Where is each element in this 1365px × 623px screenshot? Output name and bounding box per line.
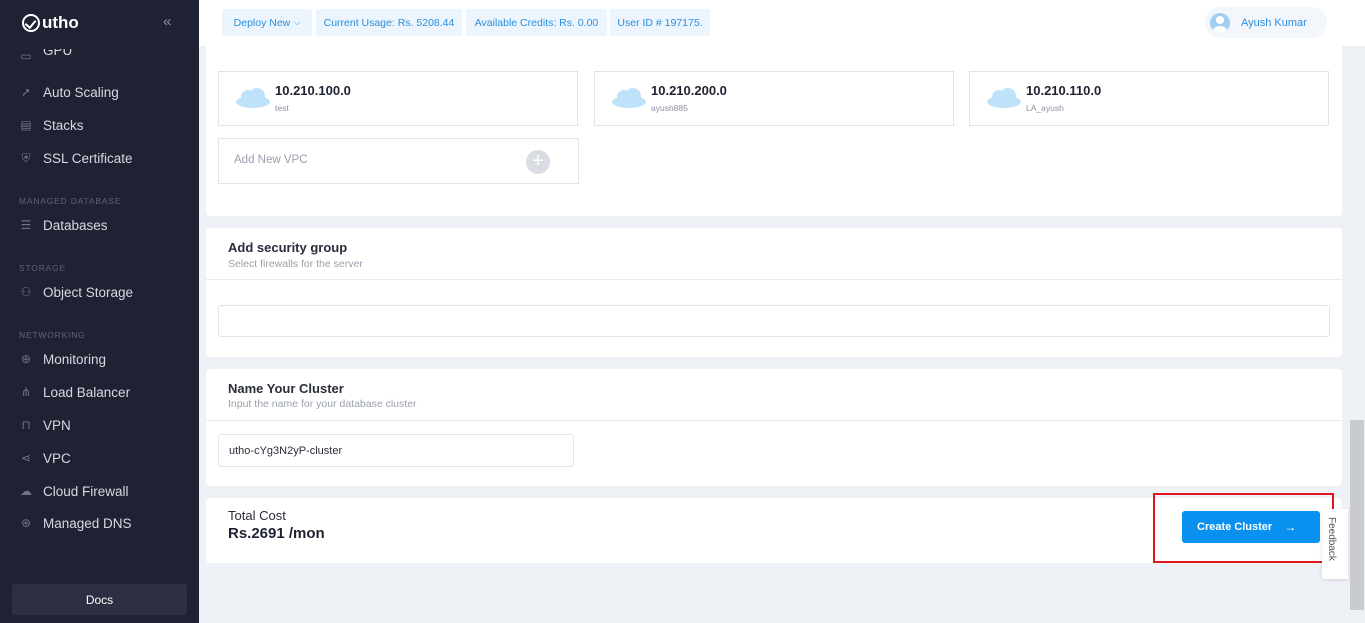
deploy-new-label: Deploy New xyxy=(233,16,291,29)
sidebar-item-label: Cloud Firewall xyxy=(43,483,129,499)
total-cost-amount: Rs.2691 /mon xyxy=(228,525,325,542)
sidebar-item-managed-dns[interactable]: ⊕ Managed DNS xyxy=(19,513,132,533)
cluster-name-card: Name Your Cluster Input the name for you… xyxy=(206,369,1342,486)
sidebar-item-label: Object Storage xyxy=(43,284,134,300)
stacks-icon: ▤ xyxy=(20,118,32,132)
vpc-name: LA_ayush xyxy=(1026,103,1064,113)
sidebar-item-label: Databases xyxy=(43,217,108,233)
sidebar-item-label: GPU xyxy=(43,49,73,58)
vpc-ip: 10.210.110.0 xyxy=(1026,83,1102,98)
sidebar-item-label: VPC xyxy=(43,450,71,466)
cluster-name-subtitle: Input the name for your database cluster xyxy=(228,398,417,410)
docs-button[interactable]: Docs xyxy=(12,584,187,615)
sidebar: utho « ▭ GPU ➚ Auto Scaling ▤ Stacks ⛨ S… xyxy=(0,0,199,623)
security-group-select[interactable] xyxy=(218,305,1330,337)
vpc-name: test xyxy=(275,103,289,113)
section-storage: STORAGE xyxy=(19,263,67,273)
rocket-icon: ➚ xyxy=(20,85,32,99)
sidebar-item-label: Load Balancer xyxy=(43,384,131,400)
add-new-vpc[interactable]: Add New VPC + xyxy=(218,138,579,184)
sidebar-item-load-balancer[interactable]: ⋔ Load Balancer xyxy=(19,382,130,402)
globe-icon: ⊕ xyxy=(20,352,32,366)
cloud-icon xyxy=(236,88,270,108)
current-usage-chip: Current Usage: Rs. 5208.44 xyxy=(316,9,462,36)
plus-icon[interactable]: + xyxy=(526,150,550,174)
lock-icon: ⊓ xyxy=(21,418,31,432)
section-managed-database: MANAGED DATABASE xyxy=(19,196,122,206)
sidebar-item-label: Stacks xyxy=(43,117,84,133)
sidebar-item-cloud-firewall[interactable]: ☁ Cloud Firewall xyxy=(19,481,129,501)
sidebar-item-label: SSL Certificate xyxy=(43,150,133,166)
sidebar-item-ssl-certificate[interactable]: ⛨ SSL Certificate xyxy=(19,148,133,168)
sidebar-item-databases[interactable]: ☰ Databases xyxy=(19,215,108,235)
database-icon: ☰ xyxy=(20,218,32,232)
cluster-name-input[interactable] xyxy=(218,434,574,467)
feedback-tab[interactable]: Feedback xyxy=(1322,509,1348,579)
section-networking: NETWORKING xyxy=(19,330,86,340)
sidebar-item-vpn[interactable]: ⊓ VPN xyxy=(19,415,71,435)
sidebar-item-stacks[interactable]: ▤ Stacks xyxy=(19,115,84,135)
firewall-icon: ☁ xyxy=(20,484,32,498)
vpc-ip: 10.210.200.0 xyxy=(651,83,727,98)
security-group-title: Add security group xyxy=(228,240,348,255)
sidebar-item-label: VPN xyxy=(43,417,71,433)
chevron-down-icon: ⌵ xyxy=(294,17,301,27)
gpu-icon: ▭ xyxy=(20,49,32,63)
share-icon: ⋖ xyxy=(20,451,32,465)
sidebar-item-label: Monitoring xyxy=(43,351,107,367)
logo-text: utho xyxy=(42,13,79,32)
logo[interactable]: utho xyxy=(22,12,79,34)
add-new-vpc-label: Add New VPC xyxy=(234,154,308,166)
shield-icon: ⛨ xyxy=(21,150,31,165)
vpc-name: ayush885 xyxy=(651,103,688,113)
sidebar-item-object-storage[interactable]: ⚇ Object Storage xyxy=(19,282,133,302)
load-balancer-icon: ⋔ xyxy=(20,385,32,399)
highlight-box xyxy=(1153,493,1334,563)
logo-check-icon xyxy=(22,14,40,32)
vpc-option[interactable]: 10.210.110.0 LA_ayush xyxy=(969,71,1329,126)
divider xyxy=(206,279,1342,280)
security-group-card: Add security group Select firewalls for … xyxy=(206,228,1342,357)
vpc-ip: 10.210.100.0 xyxy=(275,83,351,98)
object-storage-icon: ⚇ xyxy=(20,285,32,299)
vpc-option[interactable]: 10.210.200.0 ayush885 xyxy=(594,71,954,126)
user-id-chip: User ID # 197175. xyxy=(610,9,710,36)
sidebar-item-monitoring[interactable]: ⊕ Monitoring xyxy=(19,349,106,369)
divider xyxy=(206,420,1342,421)
cloud-icon xyxy=(987,88,1021,108)
collapse-sidebar-icon[interactable]: « xyxy=(163,13,171,30)
available-credits-chip: Available Credits: Rs. 0.00 xyxy=(466,9,607,36)
topbar: Deploy New ⌵ Current Usage: Rs. 5208.44 … xyxy=(199,0,1365,46)
feedback-label: Feedback xyxy=(1326,517,1337,561)
user-menu[interactable]: Ayush Kumar xyxy=(1205,7,1327,38)
user-name: Ayush Kumar xyxy=(1241,16,1307,29)
total-cost-label: Total Cost xyxy=(228,508,286,523)
sidebar-item-auto-scaling[interactable]: ➚ Auto Scaling xyxy=(19,82,119,102)
deploy-new-dropdown[interactable]: Deploy New ⌵ xyxy=(222,9,312,36)
vpc-option[interactable]: 10.210.100.0 test xyxy=(218,71,578,126)
globe-icon: ⊕ xyxy=(20,516,32,530)
cloud-icon xyxy=(612,88,646,108)
sidebar-item-label: Managed DNS xyxy=(43,515,132,531)
sidebar-item-gpu[interactable]: ▭ GPU xyxy=(19,49,72,63)
avatar xyxy=(1210,12,1230,33)
cluster-name-title: Name Your Cluster xyxy=(228,381,344,396)
scrollbar-thumb[interactable] xyxy=(1350,420,1364,610)
sidebar-item-vpc[interactable]: ⋖ VPC xyxy=(19,448,71,468)
sidebar-item-label: Auto Scaling xyxy=(43,84,119,100)
security-group-subtitle: Select firewalls for the server xyxy=(228,258,363,270)
